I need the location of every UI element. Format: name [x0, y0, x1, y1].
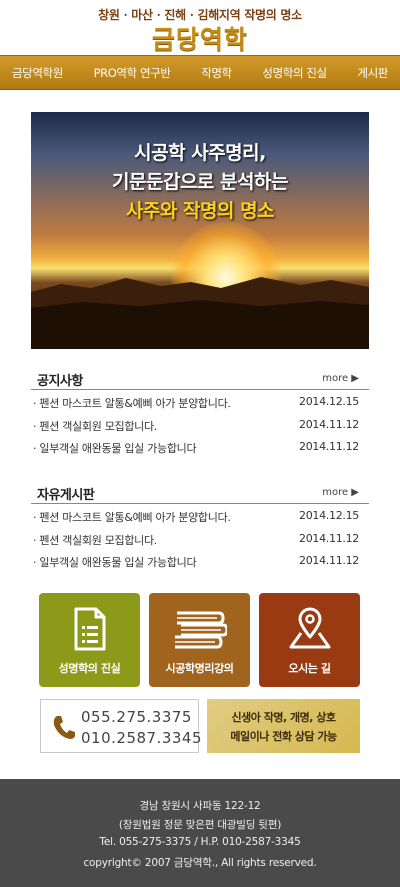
notice-title: 공지사항	[37, 374, 83, 389]
post-date: 2014.12.15	[299, 509, 359, 522]
post-date: 2014.11.12	[299, 531, 359, 545]
freeboard-title: 자유게시판	[37, 488, 95, 503]
hero-banner: 시공학 사주명리, 기문둔갑으로 분석하는 사주와 작명의 명소	[31, 112, 369, 349]
tile-lecture[interactable]: 시공학명리강의	[149, 593, 250, 687]
post-subject: · 펜션 객실회원 모집합니다.	[33, 419, 158, 433]
phone-contact-box[interactable]: 055.275.3375 010.2587.3345	[40, 699, 202, 753]
site-footer: 경남 창원시 사파동 122-12 (창원법원 정문 맞은편 대광빌딩 뒷편) …	[0, 779, 400, 887]
phone-number-2[interactable]: 010.2587.3345	[81, 729, 202, 747]
document-list-icon	[39, 607, 140, 655]
post-date: 2014.12.15	[299, 395, 359, 408]
post-date: 2014.11.12	[299, 417, 359, 431]
list-item[interactable]: · 펜션 마스코트 알통&예삐 아가 분양합니다. 2014.12.15	[31, 504, 369, 527]
tile-label: 오시는 길	[288, 662, 331, 675]
hero-line-1: 시공학 사주명리,	[134, 142, 266, 164]
site-header: 창원 · 마산 · 진해 · 김해지역 작명의 명소 금당역학	[0, 0, 400, 55]
phone-icon	[53, 716, 75, 739]
freeboard-more-link[interactable]: more ▶	[322, 487, 359, 498]
consult-banner[interactable]: 신생아 작명, 개명, 상호 메일이나 전화 상담 가능	[207, 699, 360, 753]
nav-item-naming[interactable]: 작명학	[201, 65, 232, 81]
hero-line-3: 사주와 작명의 명소	[125, 200, 275, 222]
post-subject: · 펜션 마스코트 알통&예삐 아가 분양합니다.	[33, 397, 231, 410]
post-subject: · 펜션 객실회원 모집합니다.	[33, 533, 158, 547]
nav-item-truth[interactable]: 성명학의 진실	[262, 65, 327, 81]
phone-number-1[interactable]: 055.275.3375	[81, 708, 192, 726]
post-date: 2014.11.12	[299, 440, 359, 453]
board-header: 자유게시판 more ▶	[31, 484, 369, 504]
footer-address-detail: (창원법원 정문 맞은편 대광빌딩 뒷편)	[118, 819, 282, 831]
tile-directions[interactable]: 오시는 길	[259, 593, 360, 687]
consult-line-1: 신생아 작명, 개명, 상호	[231, 711, 336, 724]
tile-label: 시공학명리강의	[165, 662, 234, 675]
list-item[interactable]: · 일부객실 애완동물 입실 가능합니다 2014.11.12	[31, 435, 369, 458]
notice-more-link[interactable]: more ▶	[322, 373, 359, 384]
post-subject: · 펜션 마스코트 알통&예삐 아가 분양합니다.	[33, 511, 231, 524]
notice-board: 공지사항 more ▶ · 펜션 마스코트 알통&예삐 아가 분양합니다. 20…	[31, 370, 369, 458]
nav-item-academy[interactable]: 금당역학원	[12, 65, 63, 81]
tile-name-truth[interactable]: 성명학의 진실	[39, 593, 140, 687]
post-subject: · 일부객실 애완동물 입실 가능합니다	[33, 442, 197, 455]
list-item[interactable]: · 펜션 객실회원 모집합니다. 2014.11.12	[31, 527, 369, 550]
list-item[interactable]: · 펜션 마스코트 알통&예삐 아가 분양합니다. 2014.12.15	[31, 390, 369, 413]
books-icon	[149, 607, 250, 655]
hero-line-2: 기문둔갑으로 분석하는	[112, 171, 288, 193]
footer-phone: Tel. 055-275-3375 / H.P. 010-2587-3345	[99, 836, 301, 848]
footer-copyright: copyright© 2007 금당역학., All rights reserv…	[83, 857, 317, 869]
list-item[interactable]: · 일부객실 애완동물 입실 가능합니다 2014.11.12	[31, 549, 369, 572]
board-header: 공지사항 more ▶	[31, 370, 369, 390]
post-subject: · 일부객실 애완동물 입실 가능합니다	[33, 556, 197, 569]
site-logo[interactable]: 금당역학	[0, 20, 400, 56]
free-board: 자유게시판 more ▶ · 펜션 마스코트 알통&예삐 아가 분양합니다. 2…	[31, 484, 369, 572]
list-item[interactable]: · 펜션 객실회원 모집합니다. 2014.11.12	[31, 413, 369, 436]
map-pin-icon	[259, 607, 360, 655]
main-nav: 금당역학원 PRO역학 연구반 작명학 성명학의 진실 게시판	[0, 55, 400, 90]
nav-item-pro-study[interactable]: PRO역학 연구반	[94, 65, 171, 81]
consult-line-2: 메일이나 전화 상담 가능	[230, 730, 337, 743]
nav-item-board[interactable]: 게시판	[357, 65, 388, 81]
footer-address: 경남 창원시 사파동 122-12	[139, 800, 261, 812]
post-date: 2014.11.12	[299, 554, 359, 567]
tile-label: 성명학의 진실	[58, 662, 121, 675]
